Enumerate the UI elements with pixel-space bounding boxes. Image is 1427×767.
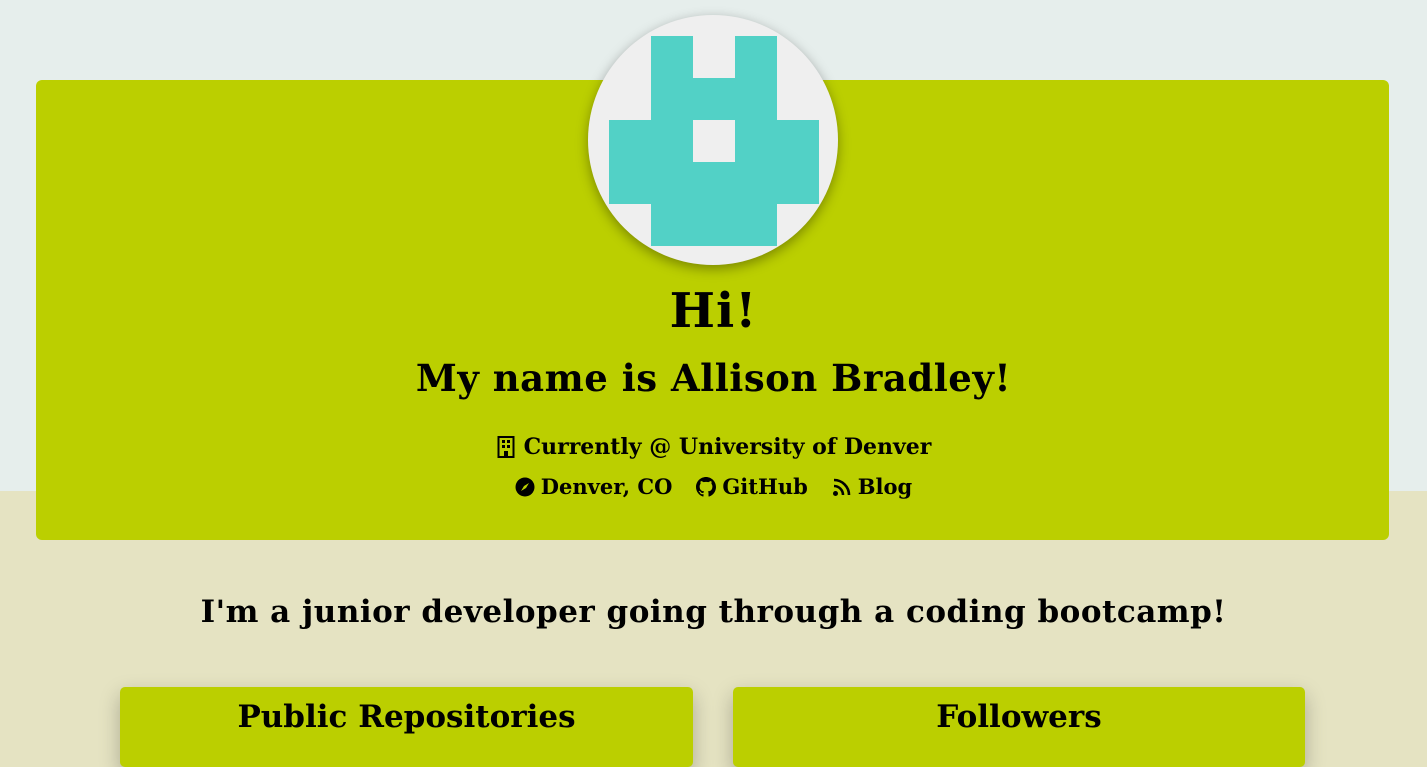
workplace-text: Currently @ University of Denver — [523, 434, 932, 460]
compass-icon — [515, 477, 535, 497]
workplace-line: Currently @ University of Denver — [0, 434, 1427, 460]
identicon-avatar — [609, 36, 819, 246]
followers-card: Followers — [733, 687, 1305, 767]
blog-link-text: Blog — [857, 474, 913, 499]
github-link-text: GitHub — [722, 474, 808, 499]
rss-icon — [832, 477, 852, 497]
github-link[interactable]: GitHub — [696, 474, 808, 499]
profile-links: Denver, CO GitHub Blog — [0, 474, 1427, 499]
public-repositories-title: Public Repositories — [237, 699, 576, 735]
greeting-heading: Hi! — [669, 283, 758, 339]
bio-text: I'm a junior developer going through a c… — [200, 594, 1227, 630]
blog-link[interactable]: Blog — [832, 474, 912, 499]
location-text: Denver, CO — [540, 474, 673, 499]
name-heading: My name is Allison Bradley! — [415, 356, 1012, 400]
followers-title: Followers — [936, 699, 1102, 735]
location-item: Denver, CO — [515, 474, 673, 499]
github-icon — [696, 476, 717, 497]
profile-avatar — [588, 15, 838, 265]
building-icon — [496, 436, 516, 458]
public-repositories-card: Public Repositories — [120, 687, 693, 767]
